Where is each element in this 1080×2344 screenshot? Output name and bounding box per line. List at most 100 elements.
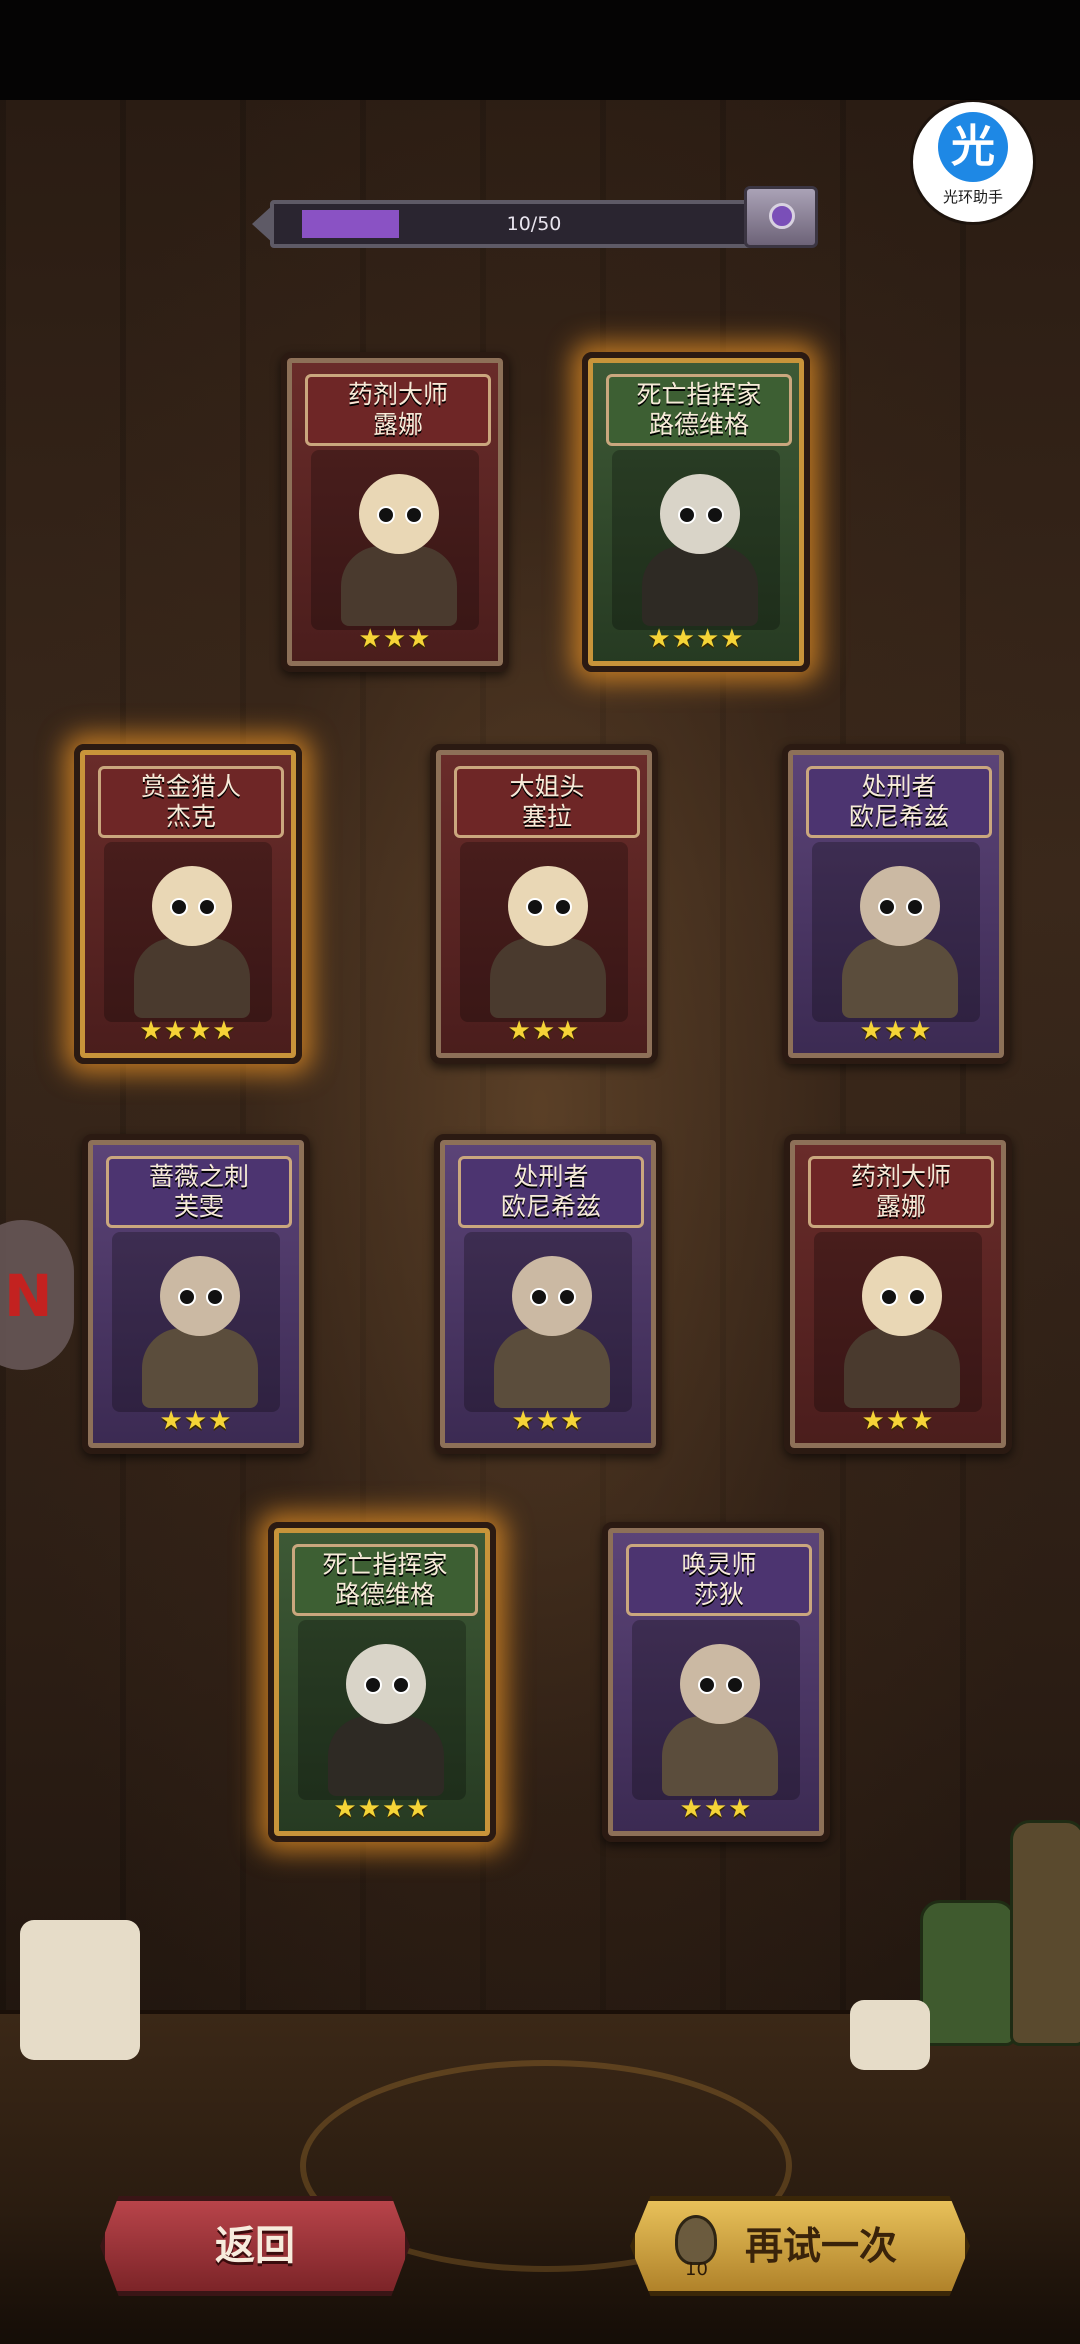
bottle-decoration bbox=[1010, 1820, 1080, 2046]
candle-decoration bbox=[850, 2000, 930, 2070]
hero-name: 莎狄 bbox=[693, 1580, 744, 1609]
hero-body bbox=[341, 546, 457, 626]
assistant-badge[interactable]: 光 光环助手 bbox=[913, 102, 1033, 222]
hero-head bbox=[862, 1256, 942, 1336]
hero-card[interactable]: 死亡指挥家 路德维格 ★★★★ bbox=[268, 1522, 496, 1842]
hero-name: 欧尼希兹 bbox=[500, 1192, 601, 1221]
hero-title: 蔷薇之刺 bbox=[148, 1162, 249, 1191]
star-rating: ★★★ bbox=[859, 1016, 933, 1046]
bottle-decoration bbox=[920, 1900, 1016, 2046]
hero-body bbox=[494, 1328, 610, 1408]
hero-title-banner: 蔷薇之刺 芙雯 bbox=[106, 1156, 292, 1228]
hero-title-banner: 死亡指挥家 路德维格 bbox=[292, 1544, 478, 1616]
hero-title-banner: 死亡指挥家 路德维格 bbox=[606, 374, 792, 446]
retry-button[interactable]: 10 再试一次 bbox=[630, 2196, 970, 2296]
hero-head bbox=[359, 474, 439, 554]
hero-card[interactable]: 死亡指挥家 路德维格 ★★★★ bbox=[582, 352, 810, 672]
hero-head bbox=[660, 474, 740, 554]
star-rating: ★★★ bbox=[358, 624, 432, 654]
hero-eye bbox=[880, 1288, 898, 1306]
star-rating: ★★★★ bbox=[139, 1016, 237, 1046]
hero-title: 药剂大师 bbox=[850, 1162, 951, 1191]
back-button[interactable]: 返回 bbox=[100, 2196, 410, 2296]
hero-head bbox=[346, 1644, 426, 1724]
hero-head bbox=[680, 1644, 760, 1724]
red-logo-icon: N bbox=[4, 1262, 53, 1330]
hero-body bbox=[134, 938, 250, 1018]
hero-title: 大姐头 bbox=[509, 772, 585, 801]
hero-portrait bbox=[812, 842, 980, 1022]
hero-portrait bbox=[112, 1232, 280, 1412]
hero-title: 赏金猎人 bbox=[140, 772, 241, 801]
hero-eye bbox=[526, 898, 544, 916]
hero-head bbox=[160, 1256, 240, 1336]
hero-eye bbox=[726, 1676, 744, 1694]
progress-bar: 10/50 bbox=[252, 200, 798, 248]
hero-portrait bbox=[104, 842, 272, 1022]
hero-title: 死亡指挥家 bbox=[322, 1550, 448, 1579]
chest-gem-icon bbox=[769, 203, 795, 229]
hero-eye bbox=[178, 1288, 196, 1306]
hero-eye bbox=[392, 1676, 410, 1694]
hero-eye bbox=[908, 1288, 926, 1306]
hero-body bbox=[642, 546, 758, 626]
retry-label: 再试一次 bbox=[745, 2224, 898, 2268]
hero-portrait bbox=[298, 1620, 466, 1800]
hero-portrait bbox=[632, 1620, 800, 1800]
hero-eye bbox=[878, 898, 896, 916]
hero-title-banner: 药剂大师 露娜 bbox=[808, 1156, 994, 1228]
hero-name: 露娜 bbox=[372, 410, 423, 439]
hero-head bbox=[512, 1256, 592, 1336]
hero-body bbox=[662, 1716, 778, 1796]
progress-arrow-icon bbox=[252, 204, 274, 244]
hero-title-banner: 处刑者 欧尼希兹 bbox=[806, 766, 992, 838]
hero-portrait bbox=[464, 1232, 632, 1412]
hero-card[interactable]: 处刑者 欧尼希兹 ★★★ bbox=[782, 744, 1010, 1064]
hero-body bbox=[328, 1716, 444, 1796]
hero-eye bbox=[364, 1676, 382, 1694]
star-rating: ★★★ bbox=[159, 1406, 233, 1436]
hero-card[interactable]: 蔷薇之刺 芙雯 ★★★ bbox=[82, 1134, 310, 1454]
hero-title: 药剂大师 bbox=[347, 380, 448, 409]
hero-body bbox=[842, 938, 958, 1018]
hero-head bbox=[152, 866, 232, 946]
star-rating: ★★★★ bbox=[647, 624, 745, 654]
hero-body bbox=[844, 1328, 960, 1408]
hero-title: 死亡指挥家 bbox=[636, 380, 762, 409]
hero-name: 芙雯 bbox=[173, 1192, 224, 1221]
retry-cost: 10 bbox=[685, 2259, 708, 2280]
hero-name: 路德维格 bbox=[648, 410, 749, 439]
hero-name: 杰克 bbox=[165, 802, 216, 831]
hero-card[interactable]: 药剂大师 露娜 ★★★ bbox=[784, 1134, 1012, 1454]
hero-eye bbox=[706, 506, 724, 524]
candle-decoration bbox=[20, 1920, 140, 2060]
hero-head bbox=[860, 866, 940, 946]
star-rating: ★★★★ bbox=[333, 1794, 431, 1824]
status-bar bbox=[0, 0, 1080, 100]
hero-title: 处刑者 bbox=[513, 1162, 589, 1191]
hero-title-banner: 大姐头 塞拉 bbox=[454, 766, 640, 838]
summon-bell-icon bbox=[675, 2215, 717, 2265]
side-floating-tab[interactable]: N bbox=[0, 1220, 74, 1370]
hero-card[interactable]: 处刑者 欧尼希兹 ★★★ bbox=[434, 1134, 662, 1454]
hero-eye bbox=[170, 898, 188, 916]
hero-card[interactable]: 大姐头 塞拉 ★★★ bbox=[430, 744, 658, 1064]
hero-eye bbox=[198, 898, 216, 916]
hero-name: 塞拉 bbox=[521, 802, 572, 831]
hero-card[interactable]: 唤灵师 莎狄 ★★★ bbox=[602, 1522, 830, 1842]
chest-icon[interactable] bbox=[744, 186, 818, 248]
hero-eye bbox=[405, 506, 423, 524]
hero-card[interactable]: 赏金猎人 杰克 ★★★★ bbox=[74, 744, 302, 1064]
star-rating: ★★★ bbox=[861, 1406, 935, 1436]
hero-portrait bbox=[311, 450, 479, 630]
hero-title-banner: 赏金猎人 杰克 bbox=[98, 766, 284, 838]
hero-eye bbox=[678, 506, 696, 524]
hero-eye bbox=[530, 1288, 548, 1306]
hero-eye bbox=[698, 1676, 716, 1694]
hero-eye bbox=[377, 506, 395, 524]
star-rating: ★★★ bbox=[679, 1794, 753, 1824]
hero-title-banner: 唤灵师 莎狄 bbox=[626, 1544, 812, 1616]
hero-card[interactable]: 药剂大师 露娜 ★★★ bbox=[281, 352, 509, 672]
hero-portrait bbox=[814, 1232, 982, 1412]
hero-portrait bbox=[460, 842, 628, 1022]
